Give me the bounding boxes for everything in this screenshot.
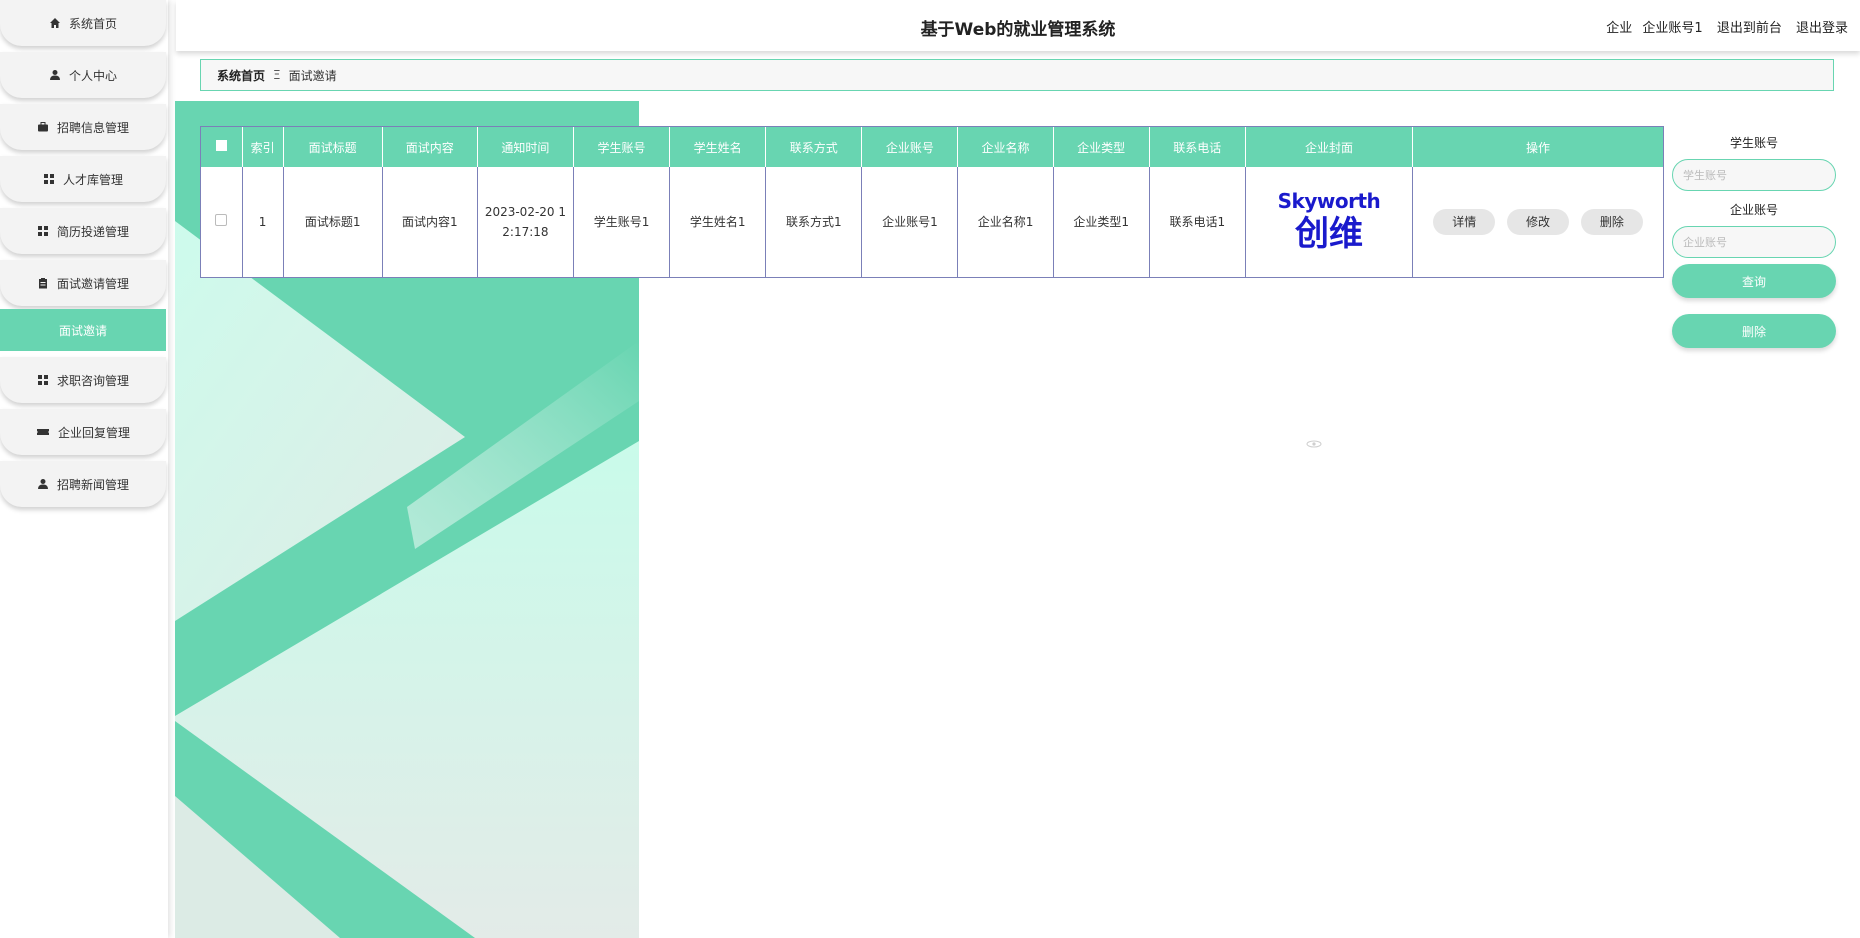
ticket-icon [36,426,50,438]
company-account-label: 企业账号 [1729,203,1778,217]
user-role: 企业 [1606,21,1633,36]
column-header: 企业名称 [957,127,1054,167]
cell-contact: 联系方式1 [765,167,863,277]
column-header: 面试内容 [382,127,478,167]
sidebar-item-label: 面试邀请 [58,323,107,338]
clipboard-icon [37,277,49,289]
delete-row-button[interactable]: 删除 [1580,209,1643,235]
column-header: 学生姓名 [669,127,767,167]
breadcrumb: 系统首页 Ξ 面试邀请 [200,59,1834,91]
column-header: 通知时间 [477,127,574,167]
sidebar-item-interview-management[interactable]: 面试邀请管理 [0,260,166,306]
grid-icon [37,374,49,386]
column-header: 联系电话 [1149,127,1246,167]
grid-icon [43,173,55,185]
cell-company-name: 企业名称1 [957,167,1054,277]
sidebar-item-label: 企业回复管理 [57,425,130,440]
column-header: 操作 [1412,127,1663,167]
user-links: 企业 企业账号1 退出到前台 退出登录 [1606,17,1848,36]
breadcrumb-separator: Ξ [273,68,281,82]
select-all-checkbox[interactable] [201,127,243,167]
logout-link[interactable]: 退出登录 [1796,21,1848,36]
column-header: 索引 [242,127,284,167]
company-logo-text: Skyworth [1277,189,1381,213]
sidebar-item-recruitment[interactable]: 招聘信息管理 [0,104,166,150]
row-checkbox[interactable] [201,167,243,277]
cell-content: 面试内容1 [382,167,478,277]
edit-button[interactable]: 修改 [1507,209,1570,235]
cell-notice-time: 2023-02-20 1 2:17:18 [477,167,574,277]
sidebar-item-label: 求职咨询管理 [56,373,129,388]
sidebar-item-company-reply[interactable]: 企业回复管理 [0,409,166,455]
sidebar-item-home[interactable]: 系统首页 [0,0,166,46]
sidebar-item-recruit-news[interactable]: 招聘新闻管理 [0,461,166,507]
table-header-row: 索引 面试标题 面试内容 通知时间 学生账号 学生姓名 联系方式 企业账号 企业… [201,127,1663,167]
cell-company-cover: Skyworth 创维 [1245,167,1414,277]
sidebar-item-label: 招聘新闻管理 [56,477,129,492]
grid-icon [37,225,49,237]
sidebar: 系统首页 个人中心 招聘信息管理 人才库管理 简历投递管理 面试邀请管理 面试邀… [0,0,168,938]
home-icon [49,17,61,29]
column-header: 企业类型 [1053,127,1150,167]
column-header: 学生账号 [573,127,671,167]
breadcrumb-home[interactable]: 系统首页 [217,67,265,84]
sidebar-item-interview-invite[interactable]: 面试邀请 [0,309,166,351]
sidebar-item-label: 简历投递管理 [56,224,129,239]
sidebar-item-label: 个人中心 [68,68,117,83]
column-header: 企业封面 [1245,127,1414,167]
cell-company-type: 企业类型1 [1053,167,1150,277]
breadcrumb-current: 面试邀请 [288,68,337,83]
user-icon [49,69,61,81]
sidebar-item-label: 面试邀请管理 [56,276,129,291]
column-header: 企业账号 [861,127,959,167]
column-header: 面试标题 [283,127,383,167]
briefcase-icon [37,121,49,133]
sidebar-item-talent-pool[interactable]: 人才库管理 [0,156,166,202]
sidebar-item-label: 招聘信息管理 [56,120,129,135]
student-account-label: 学生账号 [1729,136,1778,150]
cell-student-account: 学生账号1 [573,167,671,277]
user-account: 企业账号1 [1642,21,1703,36]
cell-company-account: 企业账号1 [861,167,959,277]
sidebar-item-label: 人才库管理 [62,172,123,187]
notice-time-line: 2:17:18 [502,225,549,239]
query-button[interactable]: 查询 [1672,264,1836,298]
sidebar-item-job-consult[interactable]: 求职咨询管理 [0,357,166,403]
user-icon [37,478,49,490]
company-account-input[interactable] [1672,226,1836,258]
cell-actions: 详情 修改 删除 [1413,167,1663,277]
cell-title: 面试标题1 [283,167,383,277]
detail-button[interactable]: 详情 [1433,209,1496,235]
cell-student-name: 学生姓名1 [669,167,767,277]
student-account-input[interactable] [1672,159,1836,191]
cell-phone: 联系电话1 [1149,167,1246,277]
exit-to-frontend-link[interactable]: 退出到前台 [1717,21,1782,36]
sidebar-item-resume-delivery[interactable]: 简历投递管理 [0,208,166,254]
notice-time-line: 2023-02-20 1 [484,205,566,219]
top-header: 基于Web的就业管理系统 企业 企业账号1 退出到前台 退出登录 [176,0,1860,51]
delete-button[interactable]: 删除 [1672,314,1836,348]
sidebar-item-profile[interactable]: 个人中心 [0,52,166,98]
column-header: 联系方式 [765,127,863,167]
table-row: 1 面试标题1 面试内容1 2023-02-20 1 2:17:18 学生账号1… [201,167,1663,277]
loading-indicator-icon [1306,440,1322,448]
interview-invite-table: 索引 面试标题 面试内容 通知时间 学生账号 学生姓名 联系方式 企业账号 企业… [200,126,1664,278]
company-logo-text: 创维 [1294,214,1363,254]
cell-index: 1 [242,167,284,277]
sidebar-item-label: 系统首页 [68,16,117,31]
